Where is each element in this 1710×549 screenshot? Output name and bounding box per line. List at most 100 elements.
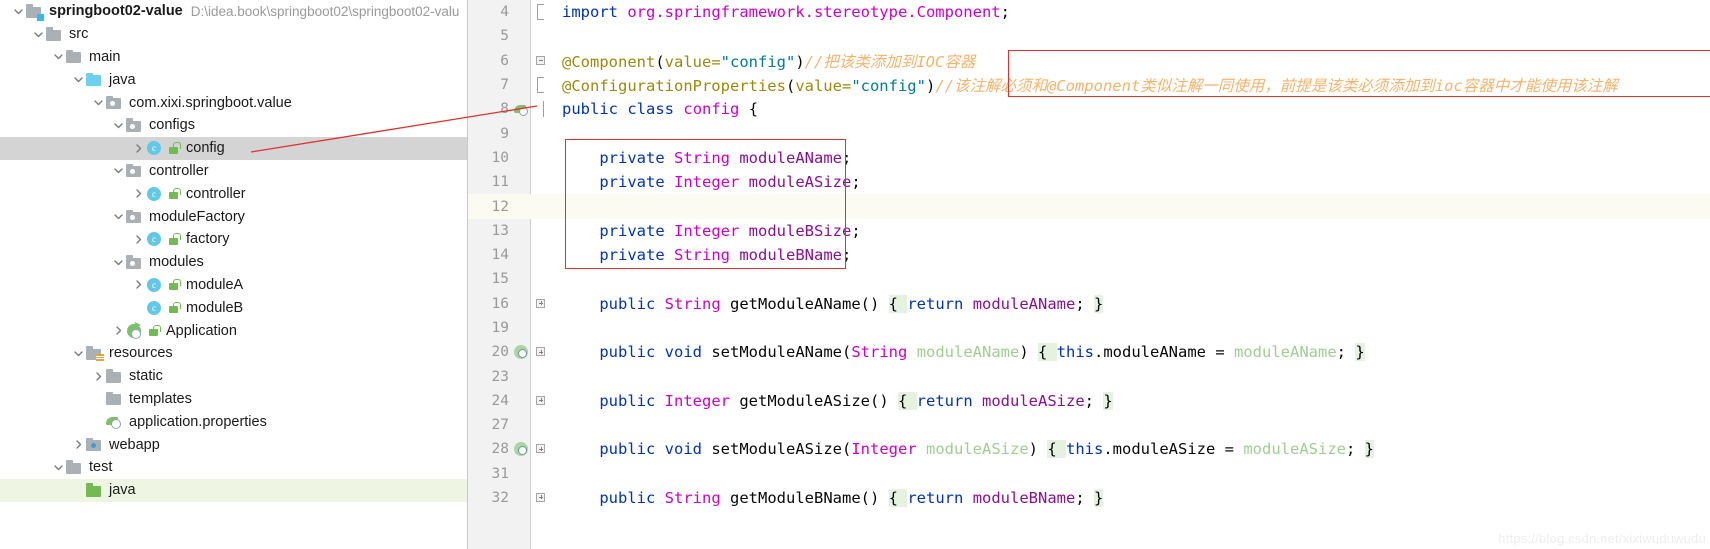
chevron-right-icon[interactable] bbox=[130, 186, 146, 202]
tree-node-modules[interactable]: modules bbox=[0, 251, 467, 274]
line-number[interactable]: 4 bbox=[468, 4, 512, 20]
chevron-right-icon[interactable] bbox=[110, 323, 126, 339]
code-text[interactable]: public Integer getModuleASize() { return… bbox=[552, 391, 1113, 410]
code-text[interactable]: private Integer moduleASize; bbox=[552, 173, 860, 191]
fold-expand-icon[interactable] bbox=[536, 298, 545, 308]
code-line[interactable]: 8 public class config { bbox=[468, 97, 1710, 121]
code-text[interactable]: @ConfigurationProperties(value="config")… bbox=[552, 74, 1618, 96]
line-number[interactable]: 28 bbox=[468, 441, 512, 457]
line-number[interactable]: 9 bbox=[468, 126, 512, 142]
bean-property-gutter-icon[interactable] bbox=[514, 442, 529, 457]
code-line[interactable]: 23 bbox=[468, 364, 1710, 388]
tree-node-modulefactory[interactable]: moduleFactory bbox=[0, 205, 467, 228]
line-number[interactable]: 15 bbox=[468, 271, 512, 287]
chevron-right-icon[interactable] bbox=[90, 368, 106, 384]
line-number[interactable]: 13 bbox=[468, 223, 512, 239]
fold-bracket-icon[interactable] bbox=[537, 76, 544, 93]
tree-node-controller[interactable]: controller bbox=[0, 160, 467, 183]
code-editor[interactable]: 4 import org.springframework.stereotype.C… bbox=[468, 0, 1710, 549]
code-line[interactable]: 4 import org.springframework.stereotype.C… bbox=[468, 0, 1710, 24]
line-number[interactable]: 5 bbox=[468, 28, 512, 44]
code-text[interactable]: public String getModuleAName() { return … bbox=[552, 294, 1104, 313]
code-lines[interactable]: 4 import org.springframework.stereotype.C… bbox=[468, 0, 1710, 510]
tree-node-factory[interactable]: c factory bbox=[0, 228, 467, 251]
code-text[interactable]: @Component(value="config")//把该类添加到IOC容器 bbox=[552, 50, 975, 72]
code-line[interactable]: 27 bbox=[468, 413, 1710, 437]
chevron-down-icon[interactable] bbox=[110, 163, 126, 179]
tree-node-config[interactable]: c config bbox=[0, 136, 467, 160]
tree-node-main[interactable]: main bbox=[0, 46, 467, 69]
chevron-down-icon[interactable] bbox=[90, 95, 106, 111]
line-number[interactable]: 14 bbox=[468, 247, 512, 263]
line-number[interactable]: 31 bbox=[468, 466, 512, 482]
code-text[interactable]: private String moduleBName; bbox=[552, 246, 851, 264]
fold-expand-icon[interactable] bbox=[536, 444, 545, 454]
tree-node-static[interactable]: static bbox=[0, 365, 467, 388]
code-line[interactable]: 28 public void setModuleASize(Integer mo… bbox=[468, 437, 1710, 461]
code-line[interactable]: 7 @ConfigurationProperties(value="config"… bbox=[468, 73, 1710, 97]
chevron-down-icon[interactable] bbox=[50, 459, 66, 475]
code-line[interactable]: 5 bbox=[468, 24, 1710, 48]
tree-node-templates[interactable]: templates bbox=[0, 388, 467, 411]
code-text[interactable]: private String moduleAName; bbox=[552, 149, 851, 167]
code-line[interactable]: 6 @Component(value="config")//把该类添加到IOC容器 bbox=[468, 49, 1710, 73]
line-number[interactable]: 11 bbox=[468, 174, 512, 190]
code-text[interactable]: private Integer moduleBSize; bbox=[552, 222, 860, 240]
fold-expand-icon[interactable] bbox=[536, 395, 545, 405]
tree-node-application[interactable]: Application bbox=[0, 319, 467, 342]
line-number[interactable]: 16 bbox=[468, 296, 512, 312]
tree-node-com.xixi.springboot.value[interactable]: com.xixi.springboot.value bbox=[0, 91, 467, 114]
chevron-right-icon[interactable] bbox=[130, 231, 146, 247]
line-number[interactable]: 20 bbox=[468, 344, 512, 360]
chevron-down-icon[interactable] bbox=[30, 26, 46, 42]
line-number[interactable]: 23 bbox=[468, 369, 512, 385]
code-line[interactable]: 11 private Integer moduleASize; bbox=[468, 170, 1710, 194]
code-line[interactable]: 14 private String moduleBName; bbox=[468, 243, 1710, 267]
tree-node-java[interactable]: java bbox=[0, 68, 467, 91]
line-number[interactable]: 8 bbox=[468, 101, 512, 117]
code-line[interactable]: 13 private Integer moduleBSize; bbox=[468, 219, 1710, 243]
project-tool-window[interactable]: springboot02-value D:\idea.book\springboo… bbox=[0, 0, 468, 549]
line-number[interactable]: 6 bbox=[468, 53, 512, 69]
code-line[interactable]: 12 bbox=[468, 194, 1710, 219]
fold-expand-icon[interactable] bbox=[536, 347, 545, 357]
fold-collapse-icon[interactable] bbox=[536, 55, 545, 65]
code-line[interactable]: 19 bbox=[468, 316, 1710, 340]
code-text[interactable]: public void setModuleAName(String module… bbox=[552, 343, 1365, 362]
code-line[interactable]: 31 bbox=[468, 462, 1710, 486]
code-text[interactable]: import org.springframework.stereotype.Co… bbox=[552, 3, 1010, 21]
chevron-down-icon[interactable] bbox=[70, 72, 86, 88]
tree-node-springboot02-value[interactable]: springboot02-value D:\idea.book\springboo… bbox=[0, 0, 467, 23]
fold-line-icon[interactable] bbox=[543, 101, 544, 118]
tree-node-src[interactable]: src bbox=[0, 23, 467, 46]
line-number[interactable]: 27 bbox=[468, 417, 512, 433]
bean-property-gutter-icon[interactable] bbox=[514, 345, 529, 360]
chevron-down-icon[interactable] bbox=[110, 117, 126, 133]
code-line[interactable]: 15 bbox=[468, 267, 1710, 291]
chevron-down-icon[interactable] bbox=[70, 345, 86, 361]
code-text[interactable]: public class config { bbox=[552, 100, 758, 118]
line-number[interactable]: 10 bbox=[468, 150, 512, 166]
chevron-down-icon[interactable] bbox=[50, 49, 66, 65]
chevron-down-icon[interactable] bbox=[110, 254, 126, 270]
chevron-right-icon[interactable] bbox=[70, 437, 86, 453]
tree-node-moduleb[interactable]: c moduleB bbox=[0, 296, 467, 319]
fold-expand-icon[interactable] bbox=[536, 492, 545, 502]
tree-node-webapp[interactable]: webapp bbox=[0, 433, 467, 456]
tree-node-java[interactable]: java bbox=[0, 478, 467, 502]
code-text[interactable]: public String getModuleBName() { return … bbox=[552, 489, 1104, 508]
fold-bracket-icon[interactable] bbox=[537, 4, 544, 20]
chevron-down-icon[interactable] bbox=[10, 3, 26, 19]
code-line[interactable]: 16 public String getModuleAName() { retu… bbox=[468, 292, 1710, 316]
code-line[interactable]: 20 public void setModuleAName(String mod… bbox=[468, 340, 1710, 364]
line-number[interactable]: 19 bbox=[468, 320, 512, 336]
code-line[interactable]: 10 private String moduleAName; bbox=[468, 146, 1710, 170]
line-number[interactable]: 7 bbox=[468, 77, 512, 93]
tree-node-application.properties[interactable]: application.properties bbox=[0, 410, 467, 433]
tree-node-test[interactable]: test bbox=[0, 456, 467, 479]
code-line[interactable]: 24 public Integer getModuleASize() { ret… bbox=[468, 389, 1710, 413]
code-text[interactable]: public void setModuleASize(Integer modul… bbox=[552, 440, 1374, 459]
line-number[interactable]: 24 bbox=[468, 393, 512, 409]
code-line[interactable]: 32 public String getModuleBName() { retu… bbox=[468, 486, 1710, 510]
chevron-down-icon[interactable] bbox=[110, 209, 126, 225]
